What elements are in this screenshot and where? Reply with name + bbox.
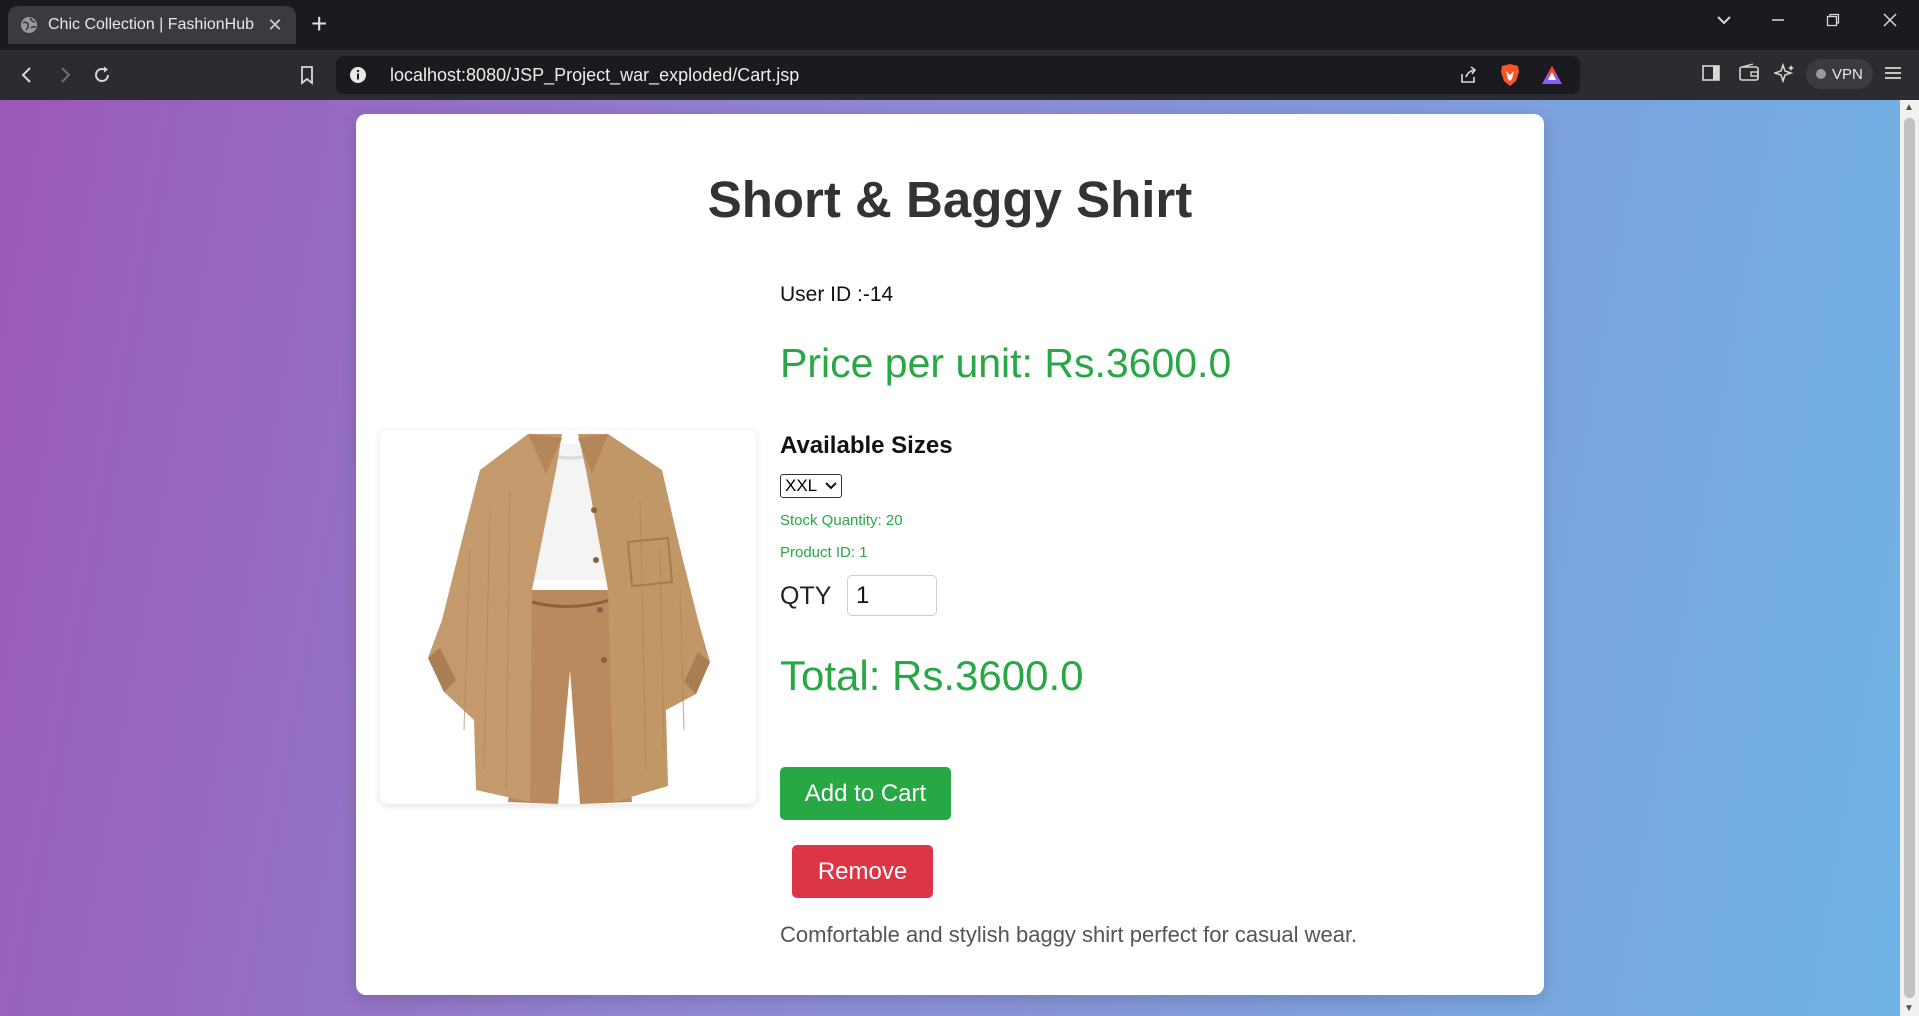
total-price: Total: Rs.3600.0 xyxy=(780,652,1084,699)
share-icon[interactable] xyxy=(1454,61,1482,89)
minimize-icon[interactable] xyxy=(1770,12,1786,33)
browser-tab[interactable]: Chic Collection | FashionHub ✕ xyxy=(8,6,296,44)
browser-toolbar: localhost:8080/JSP_Project_war_exploded/… xyxy=(0,50,1919,100)
qty-label: QTY xyxy=(780,582,832,610)
product-description: Comfortable and stylish baggy shirt perf… xyxy=(780,922,1358,947)
close-window-icon[interactable] xyxy=(1882,12,1898,33)
stock-quantity: Stock Quantity: 20 xyxy=(780,512,903,529)
page-scrollbar[interactable]: ▲ ▼ xyxy=(1900,100,1919,1016)
size-select-value: XXL xyxy=(785,476,818,495)
site-info-icon[interactable] xyxy=(348,65,368,85)
brave-rewards-icon[interactable] xyxy=(1538,61,1566,89)
scrollbar-thumb[interactable] xyxy=(1904,118,1915,998)
chevron-down-icon xyxy=(825,476,837,496)
restore-icon[interactable] xyxy=(1825,12,1841,33)
menu-icon[interactable] xyxy=(1883,63,1903,83)
scroll-up-icon[interactable]: ▲ xyxy=(1904,102,1914,113)
product-image xyxy=(380,430,756,804)
address-bar[interactable]: localhost:8080/JSP_Project_war_exploded/… xyxy=(336,56,1580,94)
bookmark-icon[interactable] xyxy=(294,62,320,88)
quantity-input[interactable]: 1 xyxy=(847,575,937,616)
leo-ai-icon[interactable] xyxy=(1774,63,1796,83)
price-per-unit: Price per unit: Rs.3600.0 xyxy=(780,340,1232,386)
sidebar-icon[interactable] xyxy=(1701,63,1721,83)
scroll-down-icon[interactable]: ▼ xyxy=(1904,1003,1914,1014)
close-tab-icon[interactable]: ✕ xyxy=(262,15,288,36)
size-select[interactable]: XXL xyxy=(780,474,842,498)
new-tab-button[interactable]: + xyxy=(311,10,327,38)
remove-button[interactable]: Remove xyxy=(792,845,933,898)
vpn-status-icon xyxy=(1816,69,1826,79)
tab-title: Chic Collection | FashionHub xyxy=(48,16,255,33)
add-to-cart-button[interactable]: Add to Cart xyxy=(780,767,951,820)
product-id: Product ID: 1 xyxy=(780,544,868,561)
page-background: Short & Baggy Shirt User ID:-14 Price p… xyxy=(0,100,1900,1016)
product-title: Short & Baggy Shirt xyxy=(707,171,1193,228)
product-card: Short & Baggy Shirt User ID:-14 Price p… xyxy=(356,114,1544,995)
available-sizes-heading: Available Sizes xyxy=(780,432,953,459)
back-icon[interactable] xyxy=(14,62,40,88)
reload-icon[interactable] xyxy=(89,62,115,88)
globe-icon xyxy=(20,16,38,34)
tab-list-chevron-icon[interactable] xyxy=(1716,12,1732,33)
vpn-button[interactable]: VPN xyxy=(1806,59,1873,89)
url-text[interactable]: localhost:8080/JSP_Project_war_exploded/… xyxy=(390,65,1454,86)
browser-tab-bar: Chic Collection | FashionHub ✕ + xyxy=(0,0,1919,50)
wallet-icon[interactable] xyxy=(1738,63,1760,83)
brave-shields-icon[interactable] xyxy=(1496,61,1524,89)
forward-icon[interactable] xyxy=(52,62,78,88)
vpn-label: VPN xyxy=(1832,65,1863,83)
user-id-text: User ID :-14 xyxy=(780,283,894,306)
